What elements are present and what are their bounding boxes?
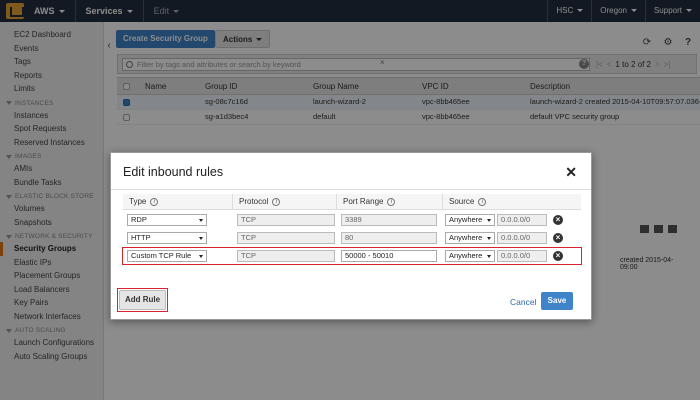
remove-rule-icon[interactable]: ×	[553, 215, 563, 225]
rules-table: Type i Protocol i Port Range i Source i RDP …	[122, 194, 582, 265]
rule-row-highlighted: Custom TCP Rule TCP 50000 - 50010 Anywhe…	[122, 247, 582, 265]
port-range-field: 3389	[341, 214, 437, 226]
port-range-input[interactable]: 50000 - 50010	[341, 250, 437, 262]
chevron-down-icon	[199, 255, 203, 258]
add-rule-button[interactable]: Add Rule	[117, 288, 168, 312]
remove-rule-icon[interactable]: ×	[553, 233, 563, 243]
source-select[interactable]: Anywhere	[445, 232, 495, 244]
type-value: RDP	[131, 215, 147, 224]
source-select[interactable]: Anywhere	[445, 250, 495, 262]
type-value: Custom TCP Rule	[131, 251, 192, 260]
chevron-down-icon	[487, 219, 491, 222]
source-value: Anywhere	[449, 233, 483, 242]
dialog-title: Edit inbound rules	[123, 165, 224, 179]
remove-rule-icon[interactable]: ×	[553, 251, 563, 261]
rules-header: Type i Protocol i Port Range i Source i	[123, 194, 581, 210]
header-label: Protocol	[239, 196, 269, 206]
source-value: Anywhere	[449, 215, 483, 224]
protocol-field: TCP	[237, 232, 335, 244]
rule-row: HTTP TCP 80 Anywhere 0.0.0.0/0 ×	[123, 230, 581, 246]
source-value: Anywhere	[449, 251, 483, 260]
column-header-type: Type i	[123, 194, 233, 209]
header-label: Source	[449, 196, 475, 206]
divider	[111, 189, 591, 190]
chevron-down-icon	[199, 237, 203, 240]
info-icon[interactable]: i	[387, 197, 396, 206]
type-value: HTTP	[131, 233, 151, 242]
save-button[interactable]: Save	[541, 292, 573, 310]
info-icon[interactable]: i	[478, 197, 487, 206]
cidr-field[interactable]: 0.0.0.0/0	[497, 250, 547, 262]
header-label: Port Range	[343, 196, 384, 206]
cancel-button[interactable]: Cancel	[510, 297, 536, 307]
column-header-source: Source i	[443, 194, 567, 209]
close-icon[interactable]: ✕	[565, 164, 577, 181]
info-icon[interactable]: i	[272, 197, 281, 206]
source-select[interactable]: Anywhere	[445, 214, 495, 226]
chevron-down-icon	[199, 219, 203, 222]
rule-row: RDP TCP 3389 Anywhere 0.0.0.0/0 ×	[123, 212, 581, 228]
port-range-field: 80	[341, 232, 437, 244]
edit-inbound-rules-dialog: Edit inbound rules ✕ Type i Protocol i Por…	[110, 152, 592, 320]
column-header-protocol: Protocol i	[233, 194, 337, 209]
type-select[interactable]: Custom TCP Rule	[127, 250, 207, 262]
type-select[interactable]: HTTP	[127, 232, 207, 244]
cidr-field[interactable]: 0.0.0.0/0	[497, 214, 547, 226]
protocol-field: TCP	[237, 250, 335, 262]
type-select[interactable]: RDP	[127, 214, 207, 226]
column-header-port-range: Port Range i	[337, 194, 443, 209]
info-icon[interactable]: i	[150, 197, 159, 206]
chevron-down-icon	[487, 255, 491, 258]
cidr-field[interactable]: 0.0.0.0/0	[497, 232, 547, 244]
add-rule-label: Add Rule	[119, 290, 166, 310]
header-label: Type	[129, 196, 147, 206]
chevron-down-icon	[487, 237, 491, 240]
protocol-field: TCP	[237, 214, 335, 226]
